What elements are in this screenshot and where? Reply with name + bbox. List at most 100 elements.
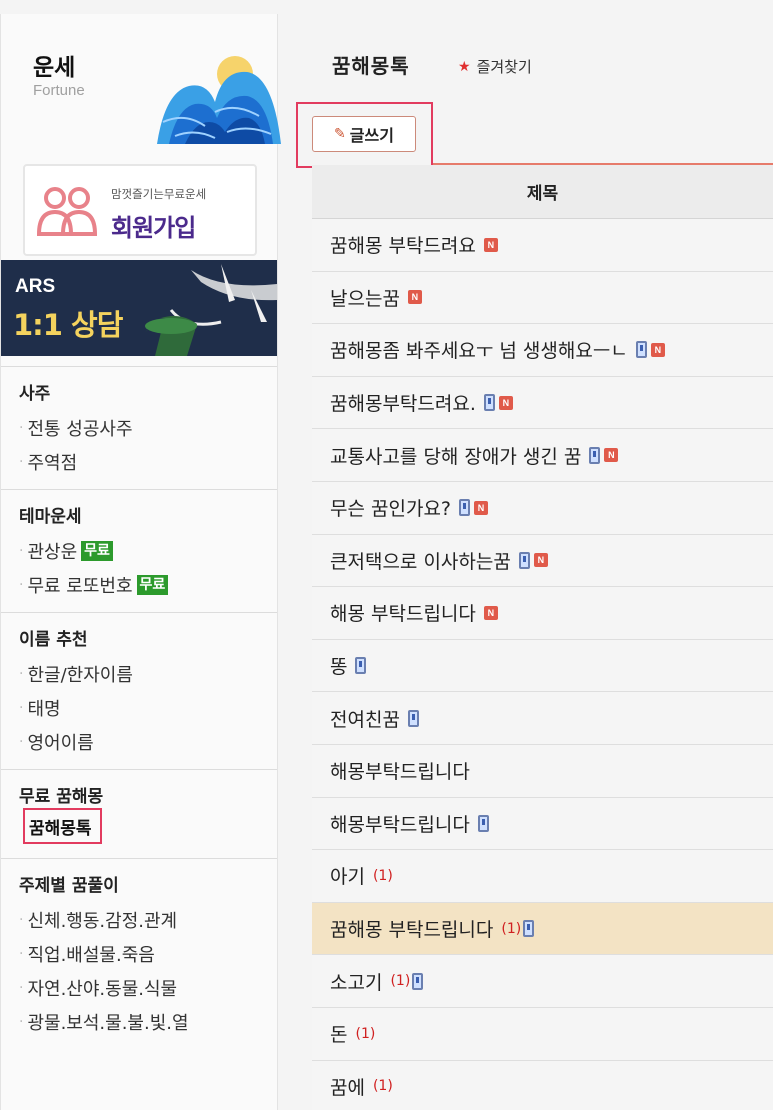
- new-badge-icon: N: [483, 237, 498, 252]
- post-title[interactable]: 꿈해몽 부탁드립니다: [330, 915, 493, 942]
- mobile-phone-icon: [635, 341, 647, 359]
- table-row[interactable]: 꿈해몽 부탁드려요 N: [312, 219, 773, 272]
- post-title[interactable]: 꿈해몽 부탁드려요: [330, 231, 476, 258]
- comment-count: (1): [372, 1078, 393, 1095]
- post-title[interactable]: 해몽부탁드립니다: [330, 810, 470, 837]
- cranes-pine-art-icon: [145, 264, 277, 356]
- menu-section-saju: 사주 · 전통 성공사주 · 주역점: [1, 366, 277, 479]
- new-badge-icon: N: [474, 500, 489, 515]
- table-row[interactable]: 꿈에 (1): [312, 1060, 773, 1110]
- free-badge: 무료: [81, 541, 113, 561]
- table-row[interactable]: 해몽부탁드립니다: [312, 797, 773, 851]
- menu-section-dream: 무료 꿈해몽 꿈해몽톡: [1, 769, 277, 858]
- comment-count: (1): [501, 920, 522, 937]
- main-content: 꿈해몽톡 ★ 즐겨찾기 ✎ 글쓰기 제목 꿈해몽 부탁드려요 N 날으는꿈 N 꿈해몽좀…: [280, 0, 773, 1110]
- brand[interactable]: 운세 Fortune: [17, 14, 281, 146]
- comment-count: (1): [372, 867, 393, 884]
- favorite-button[interactable]: ★ 즐겨찾기: [458, 56, 532, 77]
- mountain-sun-logo-icon: [157, 56, 281, 144]
- table-row[interactable]: 꿈해몽부탁드려요. N: [312, 376, 773, 430]
- mobile-phone-icon: [518, 551, 530, 569]
- comment-count: (1): [355, 1025, 376, 1042]
- mobile-phone-icon: [459, 499, 471, 517]
- table-row[interactable]: 큰저택으로 이사하는꿈 N: [312, 534, 773, 588]
- table-row[interactable]: 꿈해몽좀 봐주세요ㅜ 넘 생생해요ㅡㄴ N: [312, 324, 773, 377]
- mobile-phone-icon: [589, 446, 601, 464]
- post-title[interactable]: 날으는꿈: [330, 284, 400, 311]
- new-badge-icon: N: [498, 395, 513, 410]
- favorite-label: 즐겨찾기: [476, 58, 532, 76]
- members-icon: [36, 187, 97, 236]
- menu-item-dream-talk[interactable]: 꿈해몽톡: [23, 808, 102, 844]
- table-row[interactable]: 아기 (1): [312, 850, 773, 903]
- ars-consult-banner[interactable]: ARS 1:1 상담: [1, 260, 277, 356]
- sidebar-menu: 사주 · 전통 성공사주 · 주역점 테마운세 · 관상운 무료 · 무료 로또번호 무료 …: [1, 366, 277, 1039]
- table-row[interactable]: 돈 (1): [312, 1007, 773, 1061]
- pencil-icon: ✎: [334, 126, 346, 142]
- post-title[interactable]: 돈: [330, 1020, 347, 1047]
- sidebar: 운세 Fortune 맘껏즐기는무료운세 회원가입 ARS 1:1 상담 사주 …: [0, 14, 281, 1110]
- menu-item-lotto[interactable]: · 무료 로또번호 무료: [19, 568, 277, 602]
- menu-item-baby-names[interactable]: · 태명: [19, 691, 277, 725]
- mobile-phone-icon: [355, 657, 367, 675]
- post-title[interactable]: 소고기: [330, 968, 382, 995]
- new-badge-icon: N: [483, 605, 498, 620]
- menu-item-korean-names[interactable]: · 한글/한자이름: [19, 657, 277, 691]
- table-row[interactable]: 꿈해몽 부탁드립니다 (1): [312, 902, 773, 956]
- menu-section-names: 이름 추천 · 한글/한자이름 · 태명 · 영어이름: [1, 612, 277, 759]
- post-title[interactable]: 큰저택으로 이사하는꿈: [330, 547, 511, 574]
- menu-item-nature[interactable]: · 자연.산야.동물.식물: [19, 971, 277, 1005]
- table-row[interactable]: 무슨 꿈인가요? N: [312, 481, 773, 535]
- post-title[interactable]: 무슨 꿈인가요?: [330, 494, 451, 521]
- new-badge-icon: N: [407, 290, 422, 305]
- table-row[interactable]: 해몽 부탁드립니다 N: [312, 587, 773, 640]
- star-icon: ★: [458, 58, 471, 75]
- mobile-phone-icon: [477, 814, 489, 832]
- ars-subtitle: 1:1 상담: [13, 308, 123, 342]
- menu-item-english-names[interactable]: · 영어이름: [19, 725, 277, 759]
- table-row[interactable]: 해몽부탁드립니다: [312, 744, 773, 798]
- post-title[interactable]: 교통사고를 당해 장애가 생긴 꿈: [330, 442, 581, 469]
- page-title: 꿈해몽톡: [332, 54, 410, 78]
- table-row[interactable]: 소고기 (1): [312, 955, 773, 1008]
- write-label: 글쓰기: [349, 126, 394, 145]
- menu-item-job[interactable]: · 직업.배설물.죽음: [19, 937, 277, 971]
- menu-item-traditional-saju[interactable]: · 전통 성공사주: [19, 411, 277, 445]
- table-row[interactable]: 날으는꿈 N: [312, 271, 773, 325]
- post-title[interactable]: 꿈해몽좀 봐주세요ㅜ 넘 생생해요ㅡㄴ: [330, 336, 628, 363]
- post-title[interactable]: 전여친꿈: [330, 705, 400, 732]
- post-title[interactable]: 해몽부탁드립니다: [330, 757, 470, 784]
- post-title[interactable]: 해몽 부탁드립니다: [330, 599, 476, 626]
- post-list: 제목 꿈해몽 부탁드려요 N 날으는꿈 N 꿈해몽좀 봐주세요ㅜ 넘 생생해요ㅡㄴ N 꿈해…: [312, 165, 773, 1110]
- menu-item-divination[interactable]: · 주역점: [19, 445, 277, 479]
- table-row[interactable]: 교통사고를 당해 장애가 생긴 꿈 N: [312, 429, 773, 482]
- post-title[interactable]: 똥: [330, 652, 347, 679]
- menu-heading: 테마운세: [19, 507, 82, 527]
- menu-item-body[interactable]: · 신체.행동.감정.관계: [19, 903, 277, 937]
- new-badge-icon: N: [604, 448, 619, 463]
- menu-heading: 이름 추천: [19, 630, 88, 650]
- post-title[interactable]: 꿈에: [330, 1073, 365, 1100]
- write-button[interactable]: ✎ 글쓰기: [312, 116, 416, 152]
- new-badge-icon: N: [533, 553, 548, 568]
- mobile-phone-icon: [523, 920, 535, 938]
- brand-subtitle: Fortune: [33, 82, 85, 99]
- signup-tagline: 맘껏즐기는무료운세: [111, 187, 207, 201]
- table-row[interactable]: 똥: [312, 639, 773, 693]
- ars-title: ARS: [15, 276, 56, 297]
- table-row[interactable]: 전여친꿈: [312, 692, 773, 745]
- menu-heading: 주제별 꿈풀이: [19, 876, 119, 896]
- free-badge: 무료: [136, 575, 169, 595]
- mobile-phone-icon: [412, 972, 424, 990]
- post-title[interactable]: 아기: [330, 862, 365, 889]
- new-badge-icon: N: [650, 342, 665, 357]
- signup-label: 회원가입: [111, 214, 196, 242]
- menu-heading: 무료 꿈해몽: [19, 787, 104, 807]
- menu-item-physiognomy[interactable]: · 관상운 무료: [19, 534, 277, 568]
- signup-banner[interactable]: 맘껏즐기는무료운세 회원가입: [23, 164, 257, 256]
- menu-heading: 사주: [19, 384, 51, 404]
- mobile-phone-icon: [483, 394, 495, 412]
- brand-title: 운세: [33, 55, 76, 81]
- menu-item-minerals[interactable]: · 광물.보석.물.불.빛.열: [19, 1005, 277, 1039]
- post-title[interactable]: 꿈해몽부탁드려요.: [330, 389, 476, 416]
